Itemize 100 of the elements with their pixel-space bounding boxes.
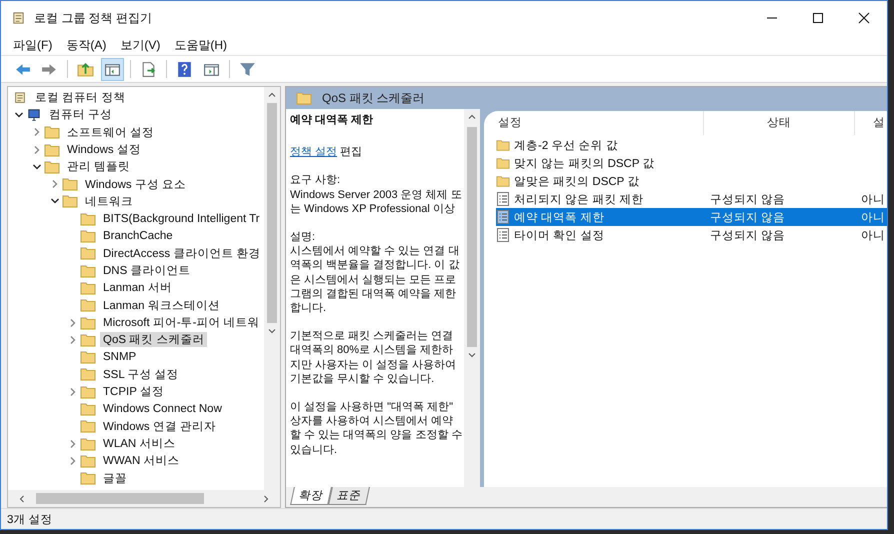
tree-item[interactable]: SNMP [100,351,140,364]
list-row[interactable]: 계층-2 우선 순위 값 [496,136,887,154]
description-text: 요구 사항: [290,173,342,188]
folder-icon [80,212,96,226]
tree-item[interactable]: TCPIP 설정 [100,384,167,400]
table-cell-text: 맞지 않는 패킷의 DSCP 값 [514,156,655,170]
menu-item[interactable]: 도움말(H) [168,36,233,54]
list-row[interactable]: 예약 대역폭 제한 구성되지 않음 아니 [496,208,887,226]
tree-item[interactable]: QoS 패킷 스케줄러 [100,332,208,348]
table-cell: 구성되지 않음 [710,230,786,242]
folder-icon [62,194,78,208]
tree-item[interactable]: Windows 연결 관리자 [100,418,220,434]
description-text: 설명: [290,230,316,244]
table-cell-text: 타이머 확인 설정 [514,228,604,242]
tree-item[interactable]: Windows Connect Now [100,402,225,415]
scroll-down-icon[interactable] [467,350,477,360]
folder-icon [44,160,60,174]
tree-item[interactable]: 글꼴 [100,470,130,486]
menu-item[interactable]: 보기(V) [114,36,166,54]
folder-icon [80,298,96,312]
folder-icon [496,156,510,170]
scroll-right-icon[interactable] [261,494,271,504]
folder-icon [80,350,96,364]
tree-item[interactable]: Lanman 워크스테이션 [100,298,223,313]
tree-item[interactable]: SSL 구성 설정 [100,366,182,382]
status-text: 3개 설정 [7,512,53,526]
vertical-scrollbar[interactable] [464,109,480,487]
list-row[interactable]: 맞지 않는 패킷의 DSCP 값 [496,154,887,172]
tree-item[interactable]: 소프트웨어 설정 [64,124,158,140]
tree-item[interactable]: Lanman 서버 [100,280,175,296]
chevron-right-icon[interactable] [68,386,78,397]
folder-icon [80,384,96,399]
column-header[interactable]: 설 [855,111,887,135]
description-text: 시스템에서 예약할 수 있는 연결 대역폭의 백분율을 결정합니다. 이 값은 시스템에서 실행되는 모든 프로그램의 결합된 대역폭 예약을 제한합니다. [290,244,460,316]
list-row[interactable]: 처리되지 않은 패킷 제한 구성되지 않음 아니 [496,190,887,208]
tree-item[interactable]: Windows 설정 [64,142,144,158]
header-title: QoS 패킷 스케줄러 [322,90,425,106]
tree-item[interactable]: WLAN 서비스 [100,436,178,452]
view-tab[interactable]: 확장 [290,487,332,505]
list-row[interactable]: 알맞은 패킷의 DSCP 값 [496,172,887,190]
folder-icon [296,91,312,105]
chevron-right-icon[interactable] [50,179,60,190]
vertical-scrollbar[interactable] [264,87,280,490]
scroll-left-icon[interactable] [17,494,27,504]
tree-pane-icon[interactable] [101,58,124,80]
folder-icon [496,174,510,188]
column-header[interactable]: 설정 [484,111,704,135]
description-text: 이 설정을 사용하면 "대역폭 제한" 상자를 사용하여 시스템에서 예약할 수 있는 대역폭의 양을 조정할 수 있습니다. [290,400,464,457]
setting-icon [496,210,510,224]
chevron-right-icon[interactable] [68,456,78,466]
tree-item[interactable]: 관리 템플릿 [64,159,134,174]
table-cell-text: 알맞은 패킷의 DSCP 값 [514,174,640,188]
tree-item[interactable]: DirectAccess 클라이언트 환경 [100,246,264,261]
scroll-icon [12,90,28,105]
table-cell-text: 처리되지 않은 패킷 제한 [514,192,644,206]
folder-icon [80,402,96,416]
window-title: 로컬 그룹 정책 편집기 [34,10,152,26]
tree-item[interactable]: BITS(Background Intelligent Tr [100,212,263,225]
chevron-right-icon[interactable] [32,127,42,138]
tree-item[interactable]: 컴퓨터 구성 [46,107,116,122]
menu-item[interactable]: 동작(A) [60,36,112,54]
folder-icon [496,138,510,152]
table-cell-text: 계층-2 우선 순위 값 [514,138,618,152]
chevron-down-icon[interactable] [14,110,24,120]
description-text: 기본적으로 패킷 스케줄러는 연결 대역폭의 80%로 시스템을 제한하지만 사용자는 이 설정을 사용하여 기본값을 무시할 수 있습니다. [290,329,458,386]
folder-icon [80,419,96,434]
tree-item[interactable]: Microsoft 피어-투-피어 네트워 [100,315,263,330]
folder-icon [80,332,96,347]
tree-item[interactable]: 로컬 컴퓨터 정책 [32,90,128,106]
tree-item[interactable]: WWAN 서비스 [100,453,182,468]
folder-icon [80,246,96,260]
chevron-right-icon[interactable] [68,318,78,328]
policy-title: 예약 대역폭 제한 [290,113,374,128]
folder-icon [80,367,96,382]
table-cell: 아니 [861,212,885,224]
table-cell: 아니 [861,230,885,242]
folder-icon [44,125,60,140]
table-cell: 구성되지 않음 [710,212,786,224]
scroll-icon [11,10,26,26]
folder-icon [80,280,96,295]
list-row[interactable]: 타이머 확인 설정 구성되지 않음 아니 [496,226,887,244]
tree-item[interactable]: BranchCache [100,230,176,242]
tree-item[interactable]: 네트워크 [82,194,136,209]
scroll-down-icon[interactable] [267,326,277,336]
folder-icon [80,454,96,468]
chevron-right-icon[interactable] [68,438,78,449]
chevron-down-icon[interactable] [32,162,42,172]
tree-item[interactable]: Windows 구성 요소 [82,176,190,192]
description-text: Windows Server 2003 운영 체제 또는 Windows XP Professional 이상 [290,188,463,216]
chevron-right-icon[interactable] [68,334,78,345]
tree-item[interactable]: DNS 클라이언트 [100,263,194,278]
view-tab[interactable]: 표준 [328,487,370,505]
horizontal-scrollbar[interactable] [8,490,280,507]
policy-settings-link[interactable]: 정책 설정 [290,146,338,158]
chevron-right-icon[interactable] [32,144,42,155]
folder-icon [44,142,60,157]
setting-icon [496,228,510,242]
column-header[interactable]: 상태 [704,111,855,135]
menu-item[interactable]: 파일(F) [7,36,58,54]
folder-icon [80,436,96,451]
